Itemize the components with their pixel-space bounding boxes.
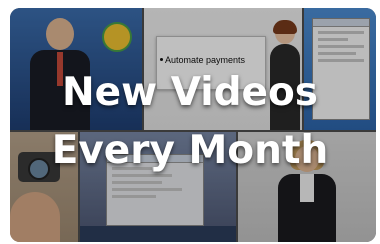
banner-title-line2: Every Month xyxy=(51,128,329,173)
video-collage-card[interactable]: Automate payments xyxy=(10,8,376,242)
banner-title-line1: New Videos xyxy=(62,70,318,115)
